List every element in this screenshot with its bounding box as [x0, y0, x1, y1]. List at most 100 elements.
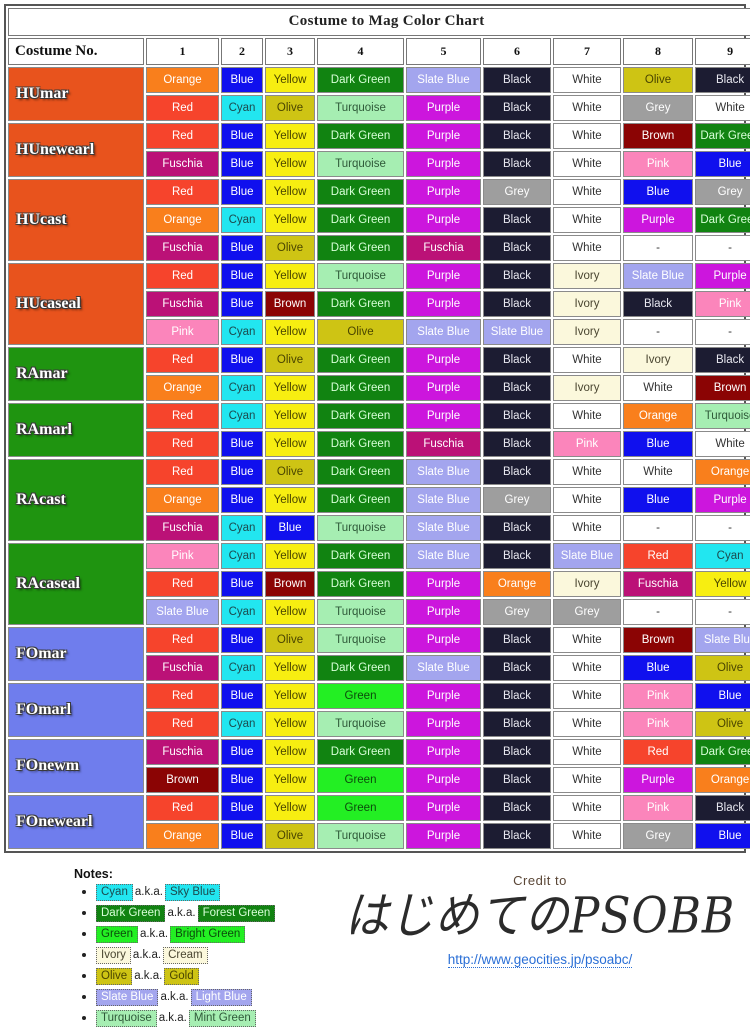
color-cell: Red: [146, 179, 219, 205]
color-cell: -: [623, 235, 693, 261]
costume-mag-color-table: Costume to Mag Color Chart Costume No. 1…: [6, 6, 750, 851]
color-cell: Yellow: [265, 375, 315, 401]
color-cell: Black: [483, 263, 551, 289]
color-cell: Dark Green: [317, 375, 404, 401]
color-cell: Blue: [623, 179, 693, 205]
color-cell: Purple: [406, 151, 481, 177]
color-cell: Orange: [146, 823, 219, 849]
class-label-ramarl: RAmarl: [8, 403, 144, 457]
color-cell: Slate Blue: [406, 67, 481, 93]
color-cell: Olive: [317, 319, 404, 345]
page-title: Costume to Mag Color Chart: [8, 8, 750, 36]
color-cell: Blue: [221, 683, 263, 709]
color-cell: Blue: [221, 347, 263, 373]
table-body: HUmar Orange Blue Yellow Dark Green Slate Blu…: [8, 67, 750, 849]
color-cell: Pink: [146, 543, 219, 569]
note-color-from: Cyan: [96, 884, 133, 901]
color-cell: Purple: [406, 683, 481, 709]
notes-title: Notes:: [74, 867, 113, 881]
color-cell: Blue: [221, 459, 263, 485]
color-cell: Blue: [623, 487, 693, 513]
color-cell: White: [553, 711, 621, 737]
color-cell: Turquoise: [317, 515, 404, 541]
note-color-alias: Gold: [164, 968, 199, 985]
color-cell: -: [623, 319, 693, 345]
color-cell: Yellow: [265, 123, 315, 149]
class-label-fomar: FOmar: [8, 627, 144, 681]
color-cell: White: [623, 375, 693, 401]
color-cell: Blue: [221, 263, 263, 289]
color-cell: Olive: [695, 711, 750, 737]
color-cell: Orange: [623, 403, 693, 429]
color-cell: Yellow: [265, 683, 315, 709]
color-cell: Fuschia: [146, 291, 219, 317]
color-cell: Yellow: [265, 179, 315, 205]
color-cell: Yellow: [265, 711, 315, 737]
color-cell: Fuschia: [146, 655, 219, 681]
color-cell: White: [553, 347, 621, 373]
color-cell: Dark Green: [317, 67, 404, 93]
color-cell: Blue: [221, 487, 263, 513]
color-cell: Olive: [265, 459, 315, 485]
color-cell: Dark Green: [317, 235, 404, 261]
list-item: Ivorya.k.a.Cream: [96, 947, 338, 964]
color-cell: Purple: [406, 123, 481, 149]
color-cell: Slate Blue: [146, 599, 219, 625]
color-cell: Turquoise: [317, 627, 404, 653]
color-cell: Red: [146, 711, 219, 737]
table-row: HUmar Orange Blue Yellow Dark Green Slate Blu…: [8, 67, 750, 121]
list-item: Slate Bluea.k.a.Light Blue: [96, 989, 338, 1006]
color-cell: Turquoise: [317, 151, 404, 177]
page-root: Costume to Mag Color Chart Costume No. 1…: [0, 4, 750, 1027]
color-cell: Red: [146, 347, 219, 373]
color-cell: White: [553, 627, 621, 653]
color-cell: Blue: [623, 655, 693, 681]
color-cell: Black: [695, 795, 750, 821]
color-cell: Brown: [623, 123, 693, 149]
color-cell: White: [553, 767, 621, 793]
credit-url-link[interactable]: http://www.geocities.jp/psoabc/: [447, 952, 633, 968]
color-cell: Cyan: [221, 711, 263, 737]
color-cell: White: [623, 459, 693, 485]
color-cell: Turquoise: [317, 95, 404, 121]
color-cell: Slate Blue: [406, 515, 481, 541]
column-header-3: 3: [265, 38, 315, 65]
class-label-ramar: RAmar: [8, 347, 144, 401]
color-cell: Yellow: [265, 767, 315, 793]
color-cell: Blue: [221, 795, 263, 821]
color-cell: Dark Green: [695, 739, 750, 765]
color-cell: Brown: [265, 291, 315, 317]
color-cell: Black: [483, 711, 551, 737]
color-cell: Blue: [221, 235, 263, 261]
column-header-1: 1: [146, 38, 219, 65]
color-cell: Green: [317, 795, 404, 821]
color-cell: Red: [146, 627, 219, 653]
color-cell: Olive: [623, 67, 693, 93]
color-cell: Turquoise: [317, 711, 404, 737]
color-cell: Red: [146, 431, 219, 457]
column-header-5: 5: [406, 38, 481, 65]
table-row: RAcaseal Pink Cyan Yellow Dark Green Slate Bl…: [8, 543, 750, 625]
color-cell: Purple: [406, 179, 481, 205]
color-cell: Brown: [695, 375, 750, 401]
color-cell: Pink: [553, 431, 621, 457]
color-cell: Olive: [265, 95, 315, 121]
note-color-from: Dark Green: [96, 905, 166, 922]
color-cell: Purple: [623, 207, 693, 233]
color-cell: Grey: [553, 599, 621, 625]
color-cell: Purple: [406, 403, 481, 429]
color-cell: Orange: [695, 767, 750, 793]
color-cell: Olive: [265, 235, 315, 261]
column-header-8: 8: [623, 38, 693, 65]
chart-table-frame: Costume to Mag Color Chart Costume No. 1…: [4, 4, 750, 853]
note-aka-label: a.k.a.: [134, 886, 163, 898]
color-cell: Orange: [483, 571, 551, 597]
color-cell: Pink: [695, 291, 750, 317]
color-cell: Ivory: [553, 291, 621, 317]
color-cell: Blue: [221, 627, 263, 653]
color-cell: Pink: [623, 151, 693, 177]
color-cell: Olive: [265, 347, 315, 373]
color-cell: Green: [317, 683, 404, 709]
color-cell: Black: [483, 207, 551, 233]
note-aka-label: a.k.a.: [132, 949, 162, 961]
